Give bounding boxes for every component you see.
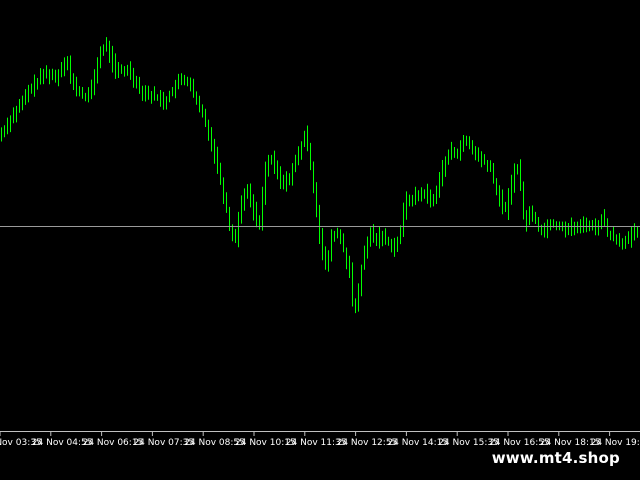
price-bars (1, 37, 638, 314)
price-chart[interactable]: 24 Nov 03:3524 Nov 04:5524 Nov 06:1524 N… (0, 0, 640, 480)
watermark-text: www.mt4.shop (481, 445, 630, 471)
chart-canvas: 24 Nov 03:3524 Nov 04:5524 Nov 06:1524 N… (0, 37, 640, 448)
